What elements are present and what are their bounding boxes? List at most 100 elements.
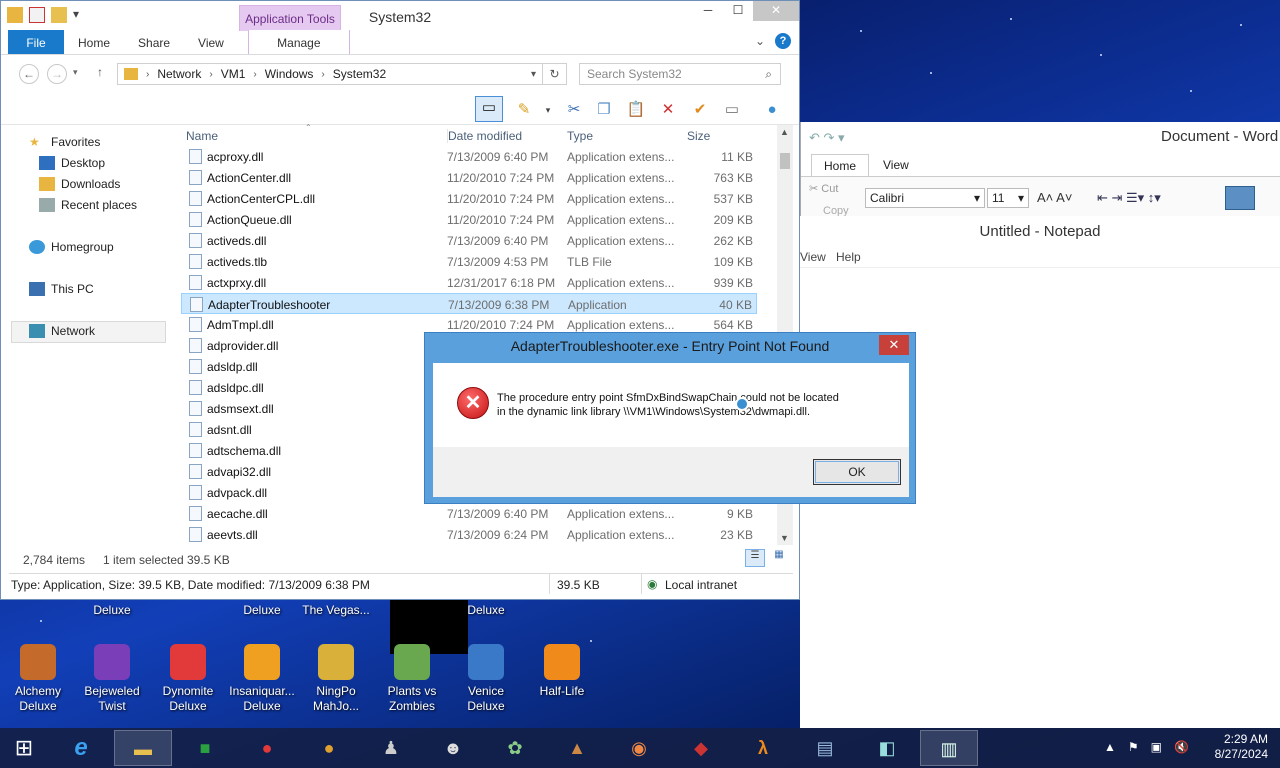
address-bar[interactable]: › Network › VM1 › Windows › System32 ▾ bbox=[117, 63, 543, 85]
details-view-icon[interactable]: ☰ bbox=[745, 549, 765, 567]
tab-home[interactable]: Home bbox=[64, 30, 124, 54]
robot-game-taskbar-icon[interactable]: ♟ bbox=[362, 730, 420, 766]
font-size-select[interactable]: 11 ▾ bbox=[987, 188, 1029, 208]
network-drive-icon[interactable]: ● bbox=[761, 99, 783, 121]
start-button[interactable]: ⊞ bbox=[0, 730, 48, 766]
maximize-button[interactable]: ☐ bbox=[723, 1, 753, 21]
menu-view[interactable]: View bbox=[800, 250, 826, 264]
cut-icon[interactable]: ✂ bbox=[563, 99, 585, 121]
dialog-close-button[interactable]: ✕ bbox=[879, 335, 909, 355]
column-size[interactable]: Size bbox=[687, 129, 710, 143]
nav-network[interactable]: Network bbox=[29, 324, 95, 338]
refresh-button[interactable]: ↻ bbox=[543, 63, 567, 85]
help-icon[interactable]: ? bbox=[775, 33, 791, 49]
forward-button[interactable]: → bbox=[47, 64, 67, 84]
word-tab-view[interactable]: View bbox=[883, 158, 909, 172]
desktop-shortcut[interactable]: NingPo MahJo... bbox=[298, 644, 374, 714]
menu-help[interactable]: Help bbox=[836, 250, 861, 264]
skull-game-taskbar-icon[interactable]: ☻ bbox=[424, 730, 482, 766]
picture-icon[interactable] bbox=[1225, 186, 1255, 210]
address-dropdown-icon[interactable]: ▾ bbox=[531, 69, 536, 80]
tab-manage[interactable]: Manage bbox=[247, 30, 350, 54]
close-button[interactable]: ✕ bbox=[753, 1, 799, 21]
copy-icon[interactable]: ❐ bbox=[593, 99, 615, 121]
font-name-select[interactable]: Calibri ▾ bbox=[865, 188, 985, 208]
file-row[interactable]: activeds.tlb 7/13/2009 4:53 PM TLB File 109… bbox=[181, 251, 757, 272]
breadcrumb-network[interactable]: Network bbox=[157, 67, 201, 81]
volume-muted-icon[interactable]: 🔇 bbox=[1174, 740, 1189, 754]
store-icon[interactable]: ■ bbox=[176, 730, 234, 766]
file-row[interactable]: ActionCenterCPL.dll 11/20/2010 7:24 PM App… bbox=[181, 188, 757, 209]
file-row[interactable]: actxprxy.dll 12/31/2017 6:18 PM Applicatio… bbox=[181, 272, 757, 293]
wizard-game-taskbar-icon[interactable]: ▲ bbox=[548, 730, 606, 766]
show-hidden-icons-icon[interactable]: ▲ bbox=[1104, 740, 1116, 754]
column-type[interactable]: Type bbox=[567, 129, 593, 143]
file-row[interactable]: aecache.dll 7/13/2009 6:40 PM Application … bbox=[181, 503, 757, 524]
internet-explorer-icon[interactable]: e bbox=[52, 730, 110, 766]
word-window[interactable]: ↶ ↷ ▾ Document - Word Home View ✂ Cut Co… bbox=[800, 122, 1280, 217]
nav-desktop[interactable]: Desktop bbox=[39, 156, 105, 170]
desktop-shortcut[interactable]: Bejeweled Twist bbox=[74, 644, 150, 714]
file-row[interactable]: ActionCenter.dll 11/20/2010 7:24 PM Applic… bbox=[181, 167, 757, 188]
up-button[interactable]: ↑ bbox=[97, 65, 103, 79]
desktop-shortcut[interactable]: Venice Deluxe bbox=[448, 644, 524, 714]
file-row[interactable]: ActionQueue.dll 11/20/2010 7:24 PM Applica… bbox=[181, 209, 757, 230]
nav-downloads[interactable]: Downloads bbox=[39, 177, 120, 191]
back-button[interactable]: ← bbox=[19, 64, 39, 84]
cube-app-taskbar-icon[interactable]: ◆ bbox=[672, 730, 730, 766]
scrollbar-thumb[interactable] bbox=[780, 153, 790, 169]
grow-font-icon[interactable]: A˄ A˅ bbox=[1037, 190, 1072, 205]
rename-icon[interactable]: ✔ bbox=[689, 99, 711, 121]
remote-taskbar-icon[interactable]: ◧ bbox=[858, 730, 916, 766]
file-row[interactable]: acproxy.dll 7/13/2009 6:40 PM Application … bbox=[181, 146, 757, 167]
preview-pane-icon[interactable]: ▭ bbox=[475, 96, 503, 122]
clock[interactable]: 2:29 AM 8/27/2024 bbox=[1215, 732, 1268, 762]
desktop-shortcut[interactable]: Plants vs Zombies bbox=[374, 644, 450, 714]
game-taskbar-icon[interactable]: ● bbox=[300, 730, 358, 766]
nav-favorites[interactable]: ★ Favorites bbox=[29, 135, 100, 149]
cut-button[interactable]: ✂ Cut bbox=[809, 182, 838, 195]
tab-share[interactable]: Share bbox=[124, 30, 184, 54]
list-format-icons[interactable]: ⇤ ⇥ ☰▾ ↕▾ bbox=[1097, 190, 1161, 206]
tab-view[interactable]: View bbox=[184, 30, 238, 54]
desktop-shortcut[interactable]: Insaniquar... Deluxe bbox=[224, 644, 300, 714]
nav-recent-places[interactable]: Recent places bbox=[39, 198, 137, 212]
open-with-icon[interactable]: ✎ bbox=[513, 99, 535, 121]
flag-icon[interactable]: ⚑ bbox=[1128, 740, 1139, 754]
minimize-button[interactable]: ─ bbox=[693, 1, 723, 21]
plants-taskbar-icon[interactable]: ✿ bbox=[486, 730, 544, 766]
undo-icon[interactable]: ↶ ↷ ▾ bbox=[809, 130, 845, 146]
ok-button[interactable]: OK bbox=[813, 459, 901, 485]
desktop-shortcut[interactable]: Half-Life bbox=[524, 644, 600, 699]
word-taskbar-icon[interactable]: ▤ bbox=[796, 730, 854, 766]
file-explorer-taskbar-icon[interactable]: ▬ bbox=[114, 730, 172, 766]
delete-icon[interactable]: ✕ bbox=[657, 99, 679, 121]
network-tray-icon[interactable]: ▣ bbox=[1151, 740, 1162, 754]
breadcrumb-windows[interactable]: Windows bbox=[265, 67, 314, 81]
open-dropdown-icon[interactable]: ▾ bbox=[537, 99, 559, 121]
large-icons-view-icon[interactable]: ▦ bbox=[769, 549, 789, 567]
breadcrumb-system32[interactable]: System32 bbox=[333, 67, 386, 81]
error-dialog[interactable]: AdapterTroubleshooter.exe - Entry Point … bbox=[424, 332, 916, 504]
properties-icon[interactable]: ▭ bbox=[721, 99, 743, 121]
search-input[interactable]: Search System32 ⌕ bbox=[579, 63, 781, 85]
breadcrumb-vm1[interactable]: VM1 bbox=[221, 67, 246, 81]
desktop-shortcut[interactable]: Alchemy Deluxe bbox=[0, 644, 76, 714]
file-row[interactable]: aeevts.dll 7/13/2009 6:24 PM Application e… bbox=[181, 524, 757, 545]
word-tab-home[interactable]: Home bbox=[811, 154, 869, 176]
file-row[interactable]: AdapterTroubleshooter 7/13/2009 6:38 PM Ap… bbox=[181, 293, 757, 314]
column-name[interactable]: Name bbox=[186, 129, 218, 143]
file-row[interactable]: activeds.dll 7/13/2009 6:40 PM Application… bbox=[181, 230, 757, 251]
explorer-window[interactable]: ▾ Application Tools System32 ─ ☐ ✕ File … bbox=[0, 0, 800, 600]
desktop-shortcut[interactable]: Dynomite Deluxe bbox=[150, 644, 226, 714]
notepad-taskbar-icon[interactable]: ▥ bbox=[920, 730, 978, 766]
dynomite-taskbar-icon[interactable]: ● bbox=[238, 730, 296, 766]
tab-file[interactable]: File bbox=[8, 30, 64, 54]
expand-ribbon-icon[interactable]: ⌄ bbox=[755, 34, 765, 48]
colorful-app-taskbar-icon[interactable]: ◉ bbox=[610, 730, 668, 766]
paste-icon[interactable]: 📋 bbox=[625, 99, 647, 121]
nav-this-pc[interactable]: This PC bbox=[29, 282, 94, 296]
nav-homegroup[interactable]: Homegroup bbox=[29, 240, 114, 254]
column-date-modified[interactable]: Date modified bbox=[447, 129, 522, 143]
system-tray[interactable]: ▲ ⚑ ▣ 🔇 bbox=[1104, 740, 1189, 754]
